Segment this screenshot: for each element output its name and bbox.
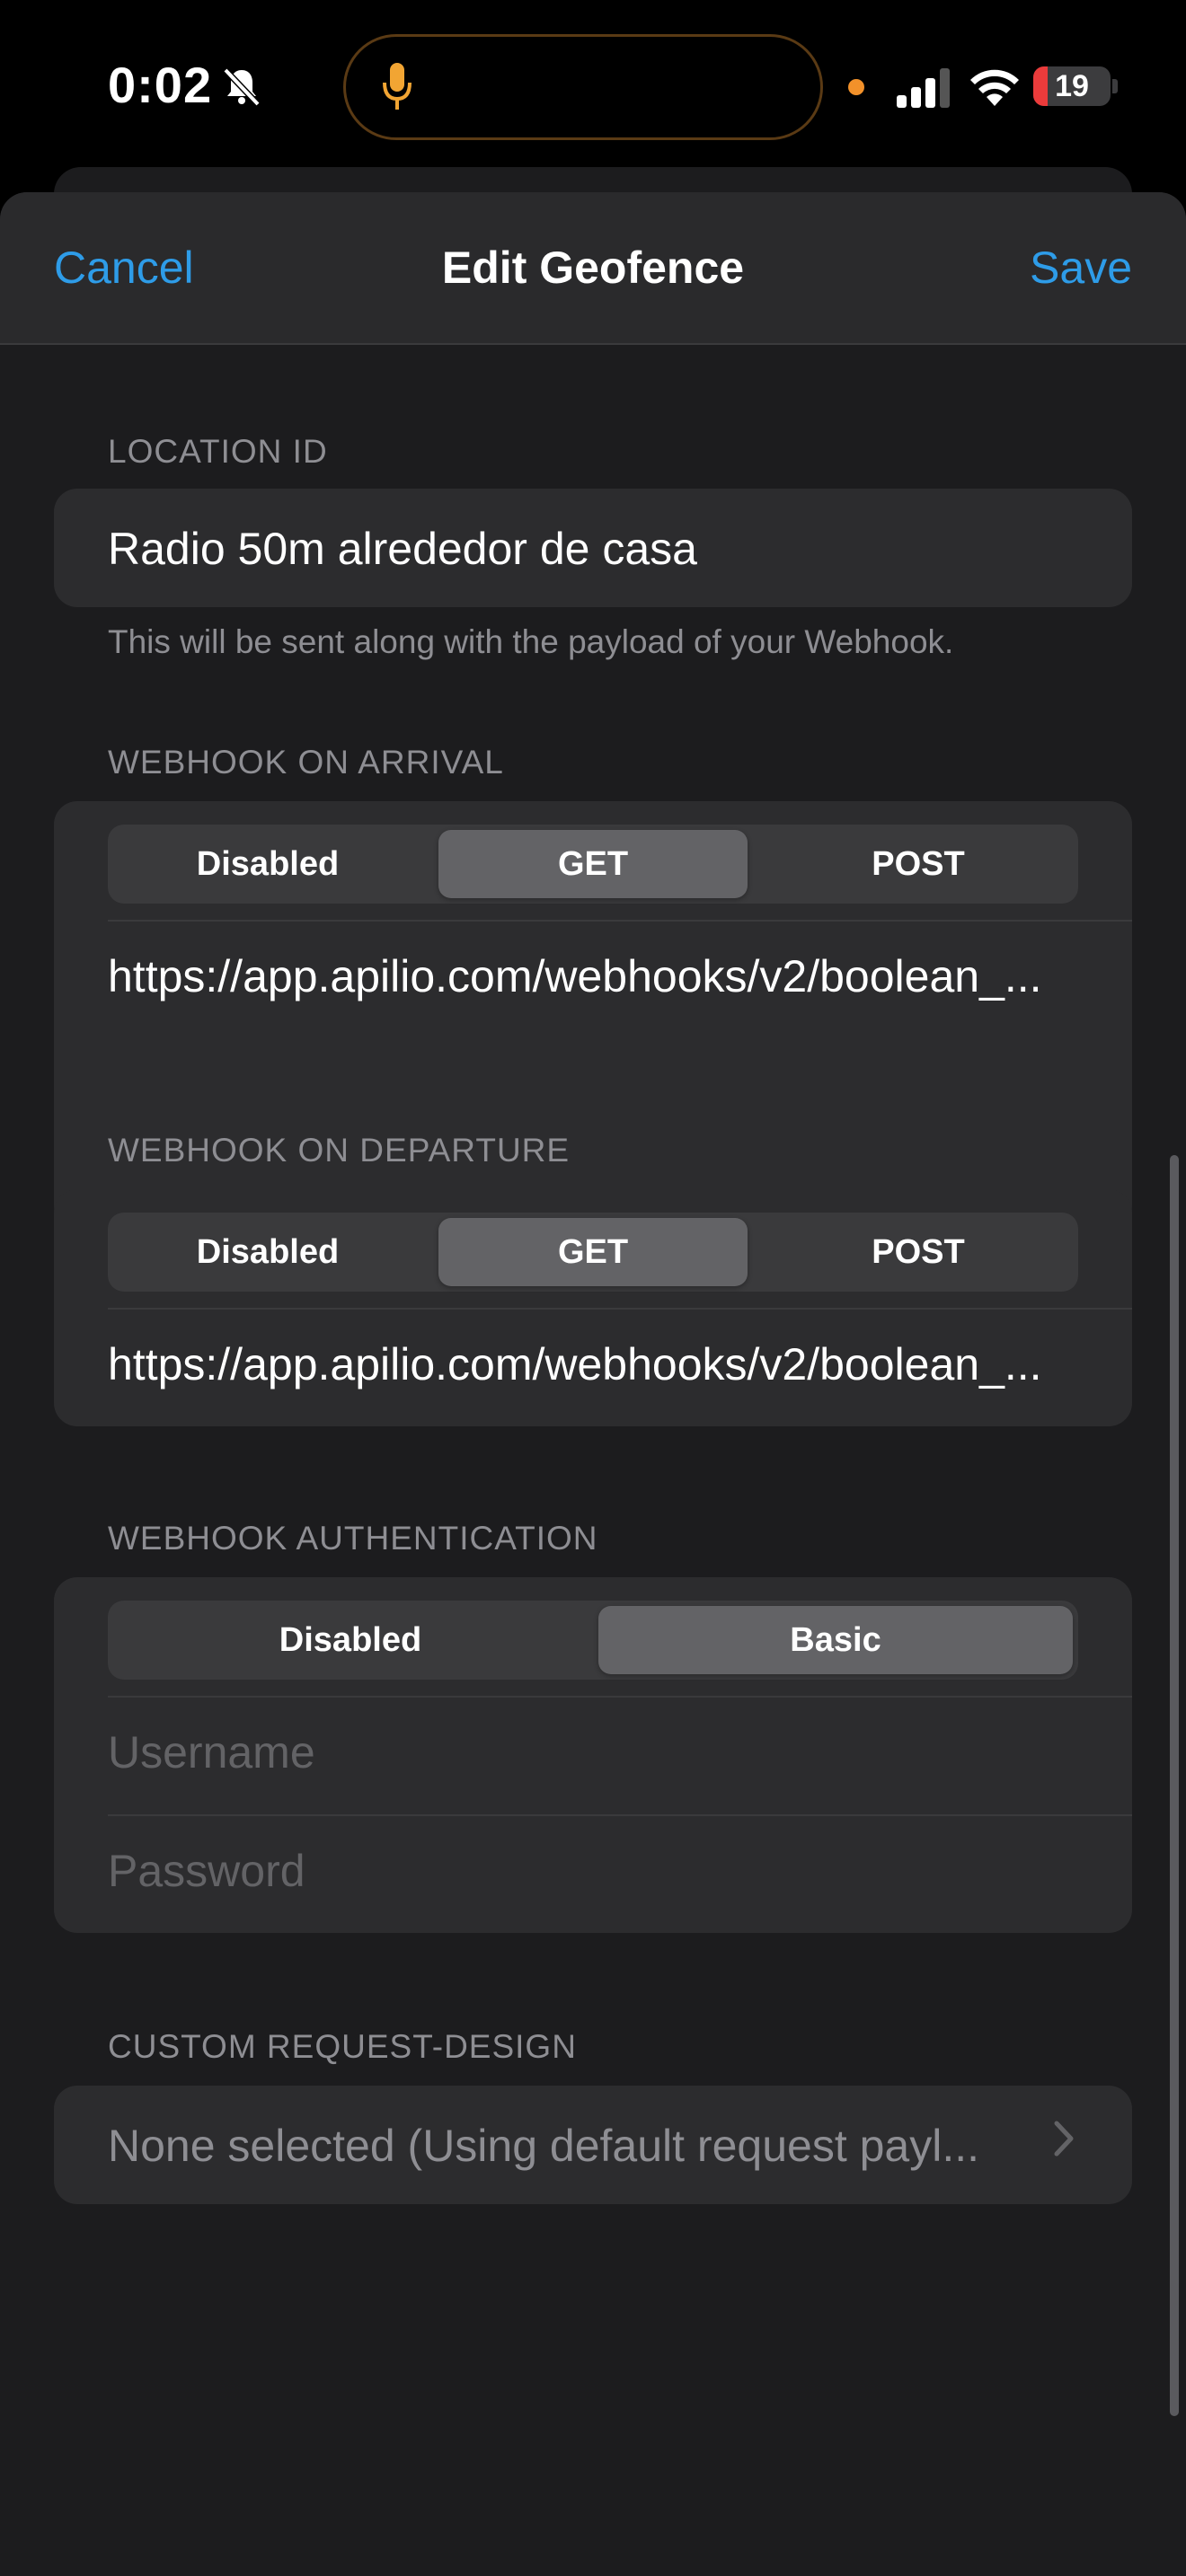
- bell-slash-icon: [223, 67, 261, 107]
- battery-level: 19: [1055, 69, 1089, 103]
- arrival-segment-disabled[interactable]: Disabled: [113, 830, 422, 898]
- departure-url-field[interactable]: https://app.apilio.com/webhooks/v2/boole…: [108, 1338, 1042, 1390]
- save-button[interactable]: Save: [1030, 242, 1132, 294]
- wifi-icon: [970, 69, 1019, 106]
- arrival-segment-post[interactable]: POST: [764, 830, 1073, 898]
- custom-request-value: None selected (Using default request pay…: [108, 2121, 979, 2171]
- battery-icon: 19: [1033, 66, 1111, 106]
- signal-icon: [897, 68, 950, 108]
- location-id-field[interactable]: Radio 50m alrededor de casa: [108, 523, 697, 575]
- privacy-indicator-dot: [848, 79, 864, 95]
- departure-segment-post[interactable]: POST: [764, 1218, 1073, 1286]
- navigation-bar: Cancel Edit Geofence Save: [0, 192, 1186, 345]
- departure-group: Disabled GET POST https://app.apilio.com…: [54, 1189, 1132, 1426]
- departure-segment-get[interactable]: GET: [438, 1218, 748, 1286]
- location-id-group: Radio 50m alrededor de casa: [54, 489, 1132, 607]
- location-id-header: LOCATION ID: [108, 433, 328, 470]
- battery-cap: [1112, 79, 1118, 93]
- username-field[interactable]: Username: [108, 1726, 315, 1778]
- departure-method-segmented-control: Disabled GET POST: [108, 1213, 1078, 1292]
- auth-method-segmented-control: Disabled Basic: [108, 1601, 1078, 1680]
- departure-header: WEBHOOK ON DEPARTURE: [108, 1132, 571, 1169]
- auth-header: WEBHOOK AUTHENTICATION: [108, 1520, 598, 1557]
- password-field[interactable]: Password: [108, 1845, 305, 1897]
- separator: [108, 1308, 1132, 1310]
- chevron-right-icon: [1054, 2121, 1074, 2157]
- edit-geofence-sheet: Cancel Edit Geofence Save LOCATION ID Ra…: [0, 192, 1186, 2576]
- dynamic-island[interactable]: [343, 34, 823, 140]
- status-bar: 0:02 19: [0, 0, 1186, 171]
- auth-segment-basic[interactable]: Basic: [598, 1606, 1073, 1674]
- arrival-segment-get[interactable]: GET: [438, 830, 748, 898]
- scrollbar[interactable]: [1170, 1155, 1179, 2416]
- auth-segment-disabled[interactable]: Disabled: [113, 1606, 588, 1674]
- separator: [108, 920, 1132, 922]
- auth-group: Disabled Basic Username Password: [54, 1577, 1132, 1933]
- status-time: 0:02: [108, 57, 213, 113]
- arrival-method-segmented-control: Disabled GET POST: [108, 825, 1078, 904]
- arrival-url-field[interactable]: https://app.apilio.com/webhooks/v2/boole…: [108, 950, 1042, 1002]
- arrival-header: WEBHOOK ON ARRIVAL: [108, 744, 504, 781]
- custom-request-row[interactable]: None selected (Using default request pay…: [54, 2086, 1132, 2204]
- custom-request-header: CUSTOM REQUEST-DESIGN: [108, 2028, 577, 2065]
- page-title: Edit Geofence: [441, 243, 745, 293]
- separator: [108, 1696, 1132, 1698]
- separator: [108, 1814, 1132, 1816]
- location-id-footer: This will be sent along with the payload…: [108, 623, 954, 660]
- mic-icon: [383, 63, 412, 110]
- departure-segment-disabled[interactable]: Disabled: [113, 1218, 422, 1286]
